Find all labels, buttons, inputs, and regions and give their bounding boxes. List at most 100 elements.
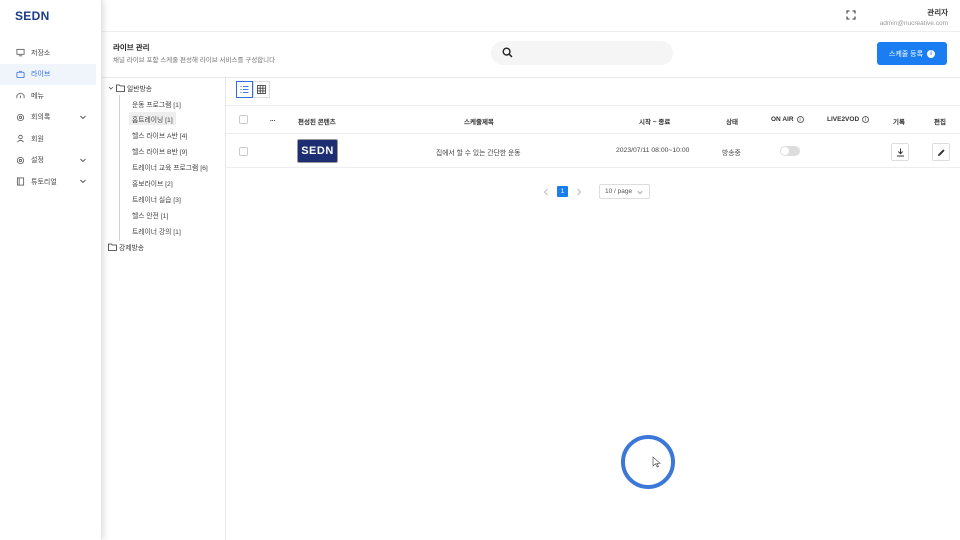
gear-icon	[16, 156, 25, 165]
onair-toggle[interactable]	[780, 146, 800, 156]
column-live2vod: LIVE2VOD i	[827, 116, 870, 124]
sidebar-item-label: 설정	[31, 157, 44, 165]
sidebar-item-label: 라이브	[31, 71, 51, 79]
page-title: 라이브 관리	[113, 43, 150, 52]
chevron-down-icon	[80, 115, 86, 119]
gear-icon	[16, 113, 25, 122]
user-icon	[16, 134, 25, 143]
tree-item[interactable]: 트레이너 강의 [1]	[129, 224, 184, 237]
content-thumbnail[interactable]: SEDN	[297, 139, 338, 163]
sidebar-item-tutorial[interactable]: 튜토리얼	[0, 171, 101, 193]
sidebar-item-label: 회원	[31, 135, 44, 143]
pencil-icon	[937, 148, 945, 156]
chevron-down-icon	[637, 190, 643, 195]
column-time: 시작 ~ 종료	[639, 119, 671, 126]
category-tree: 일반방송 운동 프로그램 [1] 홈트레이닝 [1] 헬스 라이브 A반 [4]…	[102, 78, 226, 540]
schedule-time: 2023/07/11 08:00~10:00	[616, 147, 690, 154]
user-info[interactable]: 관리자 admin@nucreative.com	[880, 7, 948, 27]
tree-item[interactable]: 트레이너 실습 [3]	[129, 192, 184, 205]
page-number-current[interactable]: 1	[557, 186, 568, 197]
top-header: 관리자 admin@nucreative.com	[102, 0, 960, 32]
search-bar[interactable]	[491, 41, 673, 65]
monitor-icon	[16, 48, 25, 57]
info-icon: i	[927, 49, 936, 58]
sidebar: SEDN 저장소 라이브 메뉴 회의록 회원 설정 튜토리얼	[0, 0, 102, 540]
sidebar-item-menu[interactable]: 메뉴	[0, 85, 101, 107]
column-status: 상태	[726, 119, 738, 126]
tree-node-label: 일반방송	[127, 86, 153, 93]
search-icon	[502, 47, 513, 58]
tree-node-general[interactable]: 일반방송	[108, 82, 152, 94]
cursor-highlight	[621, 435, 675, 489]
column-edit: 편집	[934, 119, 946, 126]
column-onair-label: ON AIR	[771, 116, 794, 124]
select-all-checkbox[interactable]	[239, 115, 248, 124]
sidebar-item-label: 회의록	[31, 114, 51, 122]
view-toggle	[236, 81, 270, 98]
column-record: 기록	[893, 119, 905, 126]
user-email: admin@nucreative.com	[879, 20, 948, 27]
info-icon[interactable]: i	[796, 116, 804, 123]
tree-item[interactable]: 헬스 라이브 B반 [9]	[129, 144, 190, 157]
chevron-down-icon	[80, 158, 86, 162]
sidebar-item-label: 메뉴	[31, 92, 44, 100]
download-icon	[896, 148, 904, 156]
tree-guide-line	[119, 95, 120, 241]
tree-item[interactable]: 헬스 안전 [1]	[129, 208, 171, 221]
prev-page-button[interactable]	[541, 187, 551, 197]
cursor-icon	[652, 456, 661, 468]
schedule-content: ... 편성된 콘텐츠 스케줄제목 시작 ~ 종료 상태 ON AIR i LIV…	[226, 78, 960, 540]
table-icon	[257, 85, 266, 94]
folder-icon	[108, 243, 117, 251]
page-size-select[interactable]: 10 / page	[599, 184, 650, 199]
fullscreen-icon[interactable]	[846, 10, 856, 20]
next-page-button[interactable]	[574, 187, 584, 197]
sidebar-nav: 저장소 라이브 메뉴 회의록 회원 설정 튜토리얼	[0, 42, 101, 193]
download-button[interactable]	[891, 143, 909, 161]
table-row[interactable]: SEDN 집에서 할 수 있는 간단한 운동 2023/07/11 08:00~…	[226, 134, 960, 168]
search-input[interactable]	[519, 45, 664, 61]
page-header: 라이브 관리 채널 라이브 포함 스케줄 편성해 라이브 서비스를 구성합니다 …	[102, 33, 960, 77]
tree-item[interactable]: 운동 프로그램 [1]	[129, 97, 184, 110]
folder-icon	[116, 84, 125, 92]
status-badge: 방송중	[722, 150, 741, 157]
column-onair: ON AIR i	[771, 116, 804, 123]
app-logo[interactable]: SEDN	[15, 9, 50, 23]
tree-node-forced[interactable]: 강제방송	[108, 241, 144, 253]
sidebar-item-label: 저장소	[31, 49, 51, 57]
menu-icon	[16, 91, 25, 100]
page-size-value: 10 / page	[605, 188, 633, 195]
sidebar-item-members[interactable]: 회원	[0, 128, 101, 150]
page-subtitle: 채널 라이브 포함 스케줄 편성해 라이브 서비스를 구성합니다	[113, 57, 276, 64]
schedule-table: ... 편성된 콘텐츠 스케줄제목 시작 ~ 종료 상태 ON AIR i LIV…	[226, 105, 960, 168]
tree-node-label: 강제방송	[119, 245, 145, 252]
register-schedule-button[interactable]: 스케줄 등록 i	[877, 42, 947, 65]
chevron-down-icon	[80, 179, 86, 184]
edit-button[interactable]	[932, 143, 950, 161]
sidebar-item-settings[interactable]: 설정	[0, 150, 101, 172]
user-name: 관리자	[927, 8, 948, 17]
chevron-down-icon[interactable]	[108, 85, 114, 91]
chevron-left-icon	[543, 188, 548, 195]
tree-item[interactable]: 헬스 라이브 A반 [4]	[129, 128, 190, 141]
sidebar-item-storage[interactable]: 저장소	[0, 42, 101, 64]
tree-item[interactable]: 홍보라이브 [2]	[129, 176, 176, 189]
column-title: 스케줄제목	[464, 119, 494, 126]
table-header: ... 편성된 콘텐츠 스케줄제목 시작 ~ 종료 상태 ON AIR i LIV…	[226, 105, 960, 134]
grid-view-button[interactable]	[253, 81, 270, 98]
tree-item-selected[interactable]: 홈트레이닝 [1]	[129, 112, 176, 125]
list-view-button[interactable]	[236, 81, 253, 98]
pagination: 1 10 / page	[541, 184, 650, 199]
list-icon	[240, 86, 249, 93]
sidebar-item-live[interactable]: 라이브	[0, 63, 96, 85]
column-content: 편성된 콘텐츠	[298, 119, 336, 126]
sidebar-item-minutes[interactable]: 회의록	[0, 107, 101, 129]
schedule-title: 집에서 할 수 있는 간단한 운동	[436, 150, 521, 157]
sidebar-item-label: 튜토리얼	[31, 178, 57, 186]
tree-item[interactable]: 트레이너 교육 프로그램 [6]	[129, 160, 211, 173]
live-icon	[16, 70, 25, 79]
column-live2vod-label: LIVE2VOD	[827, 116, 860, 124]
info-icon[interactable]: i	[862, 116, 870, 123]
row-checkbox[interactable]	[239, 147, 248, 156]
column-more: ...	[270, 116, 276, 123]
